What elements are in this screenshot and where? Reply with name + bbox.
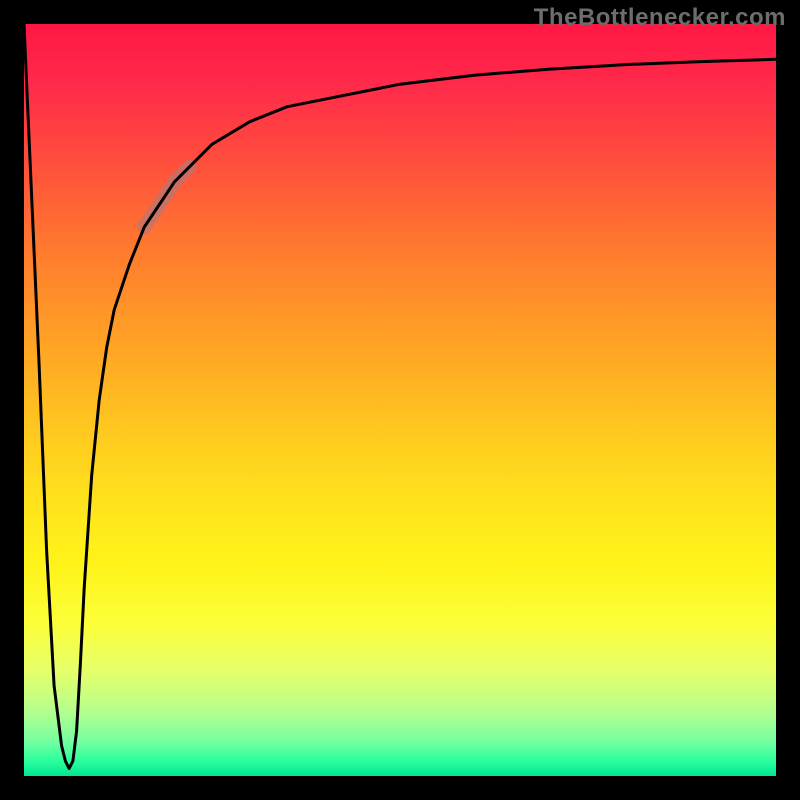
- curve-layer: [0, 0, 800, 800]
- chart-frame: TheBottlenecker.com: [0, 0, 800, 800]
- bottleneck-curve: [24, 24, 776, 769]
